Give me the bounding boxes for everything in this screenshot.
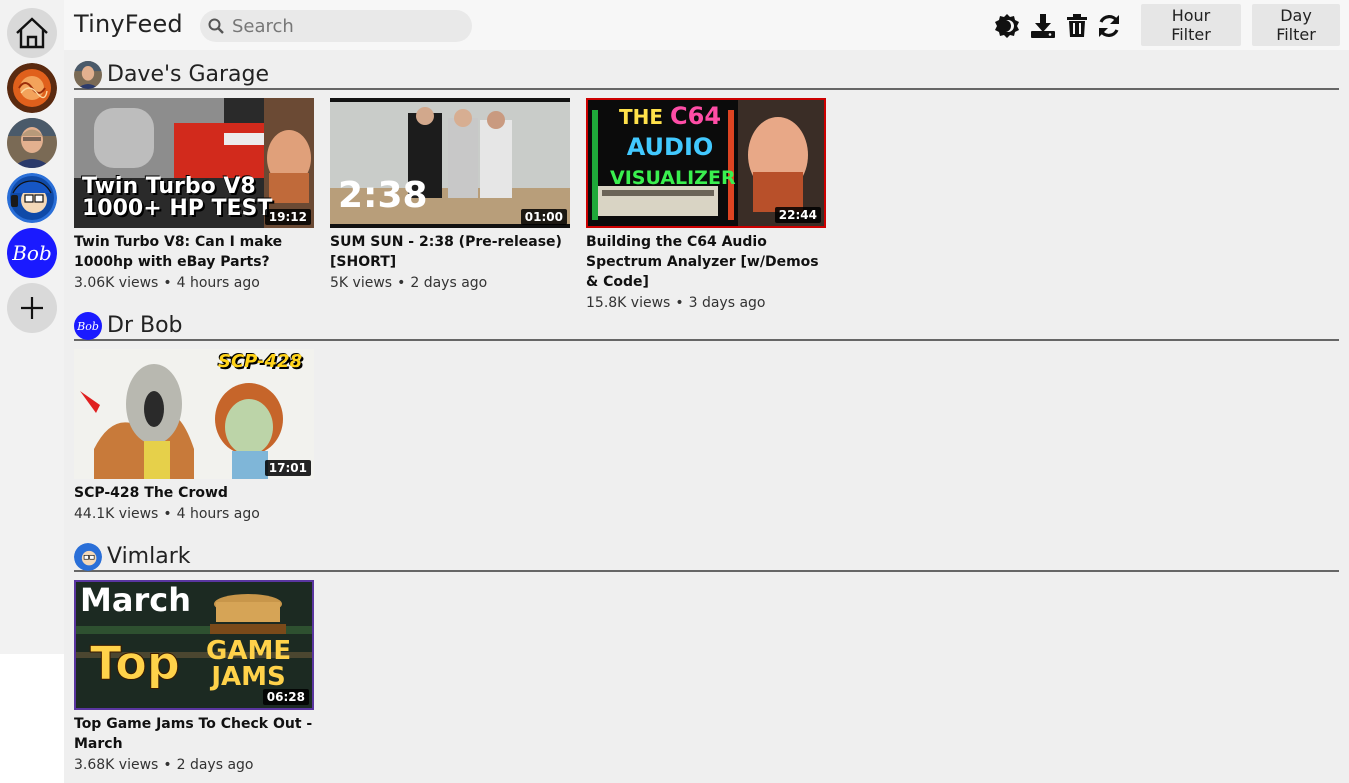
channel-avatar: Bob — [74, 312, 102, 340]
refresh-icon — [1099, 15, 1119, 37]
channel-name: Vimlark — [107, 544, 191, 569]
thumbnail-text: Twin Turbo V8 1000+ HP TEST — [82, 174, 273, 221]
separator-dot: • — [397, 275, 406, 291]
theme-toggle-button[interactable] — [993, 12, 1021, 40]
video-age: 4 hours ago — [176, 506, 260, 522]
video-views: 3.06K views — [74, 275, 159, 291]
video-views: 44.1K views — [74, 506, 159, 522]
video-card[interactable]: THE C64 AUDIO VISUALIZER 22:44 Building … — [586, 98, 826, 311]
video-thumbnail[interactable]: THE C64 AUDIO VISUALIZER 22:44 — [586, 98, 826, 228]
theme-icon — [995, 14, 1019, 38]
video-title[interactable]: Twin Turbo V8: Can I make 1000hp with eB… — [74, 232, 314, 272]
channel-avatar-orange[interactable] — [7, 63, 57, 113]
separator-dot: • — [163, 757, 172, 773]
channel-avatar — [74, 61, 102, 89]
video-meta: 3.06K views • 4 hours ago — [74, 275, 314, 291]
video-meta: 5K views • 2 days ago — [330, 275, 570, 291]
search-box[interactable] — [200, 10, 472, 42]
video-duration: 19:12 — [264, 209, 311, 225]
video-age: 2 days ago — [176, 757, 254, 773]
download-icon — [1031, 14, 1055, 38]
thumbnail-text: THE C64 AUDIO VISUALIZER — [610, 102, 736, 189]
video-card[interactable]: 2:38 01:00 SUM SUN - 2:38 (Pre-release) … — [330, 98, 570, 291]
video-thumbnail[interactable]: SCP-428 17:01 — [74, 349, 314, 479]
thumbnail-text: SCP-428 — [218, 351, 303, 372]
video-thumbnail[interactable]: 2:38 01:00 — [330, 98, 570, 228]
video-meta: 44.1K views • 4 hours ago — [74, 506, 314, 522]
video-title[interactable]: Building the C64 Audio Spectrum Analyzer… — [586, 232, 826, 292]
video-views: 5K views — [330, 275, 393, 291]
channel-avatar-text: Bob — [77, 319, 99, 333]
channel-name: Dave's Garage — [107, 62, 270, 87]
search-icon — [208, 18, 224, 34]
video-duration: 06:28 — [262, 689, 309, 705]
thumbnail-text: 2:38 — [338, 175, 428, 216]
home-icon — [16, 17, 48, 49]
channel-name: Dr Bob — [107, 313, 183, 338]
channel-avatar-vimlark[interactable] — [7, 173, 57, 223]
video-title[interactable]: SUM SUN - 2:38 (Pre-release) [SHORT] — [330, 232, 570, 272]
video-thumbnail[interactable]: March Top GAME JAMS 06:28 — [74, 580, 314, 710]
day-filter-button[interactable]: Day Filter — [1252, 4, 1340, 46]
trash-icon — [1067, 14, 1087, 37]
download-button[interactable] — [1029, 12, 1057, 40]
video-card[interactable]: Twin Turbo V8 1000+ HP TEST 19:12 Twin T… — [74, 98, 314, 291]
bob-avatar-text: Bob — [12, 241, 52, 265]
separator-dot: • — [163, 506, 172, 522]
video-age: 2 days ago — [410, 275, 488, 291]
search-input[interactable] — [230, 14, 464, 38]
hour-filter-button[interactable]: Hour Filter — [1141, 4, 1241, 46]
video-thumbnail[interactable]: Twin Turbo V8 1000+ HP TEST 19:12 — [74, 98, 314, 228]
video-views: 3.68K views — [74, 757, 159, 773]
video-card[interactable]: SCP-428 17:01 SCP-428 The Crowd 44.1K vi… — [74, 349, 314, 522]
channel-avatar-bob[interactable]: Bob — [7, 228, 57, 278]
video-title[interactable]: Top Game Jams To Check Out - March — [74, 714, 314, 754]
video-meta: 3.68K views • 2 days ago — [74, 757, 314, 773]
channel-header[interactable]: Dave's Garage — [74, 58, 1339, 90]
video-title[interactable]: SCP-428 The Crowd — [74, 483, 314, 503]
channel-rail: Bob — [0, 0, 64, 654]
video-card[interactable]: March Top GAME JAMS 06:28 Top Game Jams T… — [74, 580, 314, 773]
video-duration: 17:01 — [264, 460, 311, 476]
channel-header[interactable]: Vimlark — [74, 540, 1339, 572]
add-icon — [21, 297, 43, 319]
separator-dot: • — [163, 275, 172, 291]
thumbnail-text: March Top GAME JAMS — [80, 581, 292, 692]
video-age: 4 hours ago — [176, 275, 260, 291]
video-duration: 22:44 — [774, 207, 821, 223]
channel-avatar-dave[interactable] — [7, 118, 57, 168]
channel-avatar — [74, 543, 102, 571]
home-button[interactable] — [7, 8, 57, 58]
video-duration: 01:00 — [520, 209, 567, 225]
add-channel-button[interactable] — [7, 283, 57, 333]
top-bar: TinyFeed Search Hour Filter Day Filter — [64, 0, 1349, 50]
refresh-button[interactable] — [1095, 12, 1123, 40]
delete-button[interactable] — [1063, 12, 1091, 40]
app-title: TinyFeed — [74, 10, 183, 38]
channel-header[interactable]: Bob Dr Bob — [74, 309, 1339, 341]
